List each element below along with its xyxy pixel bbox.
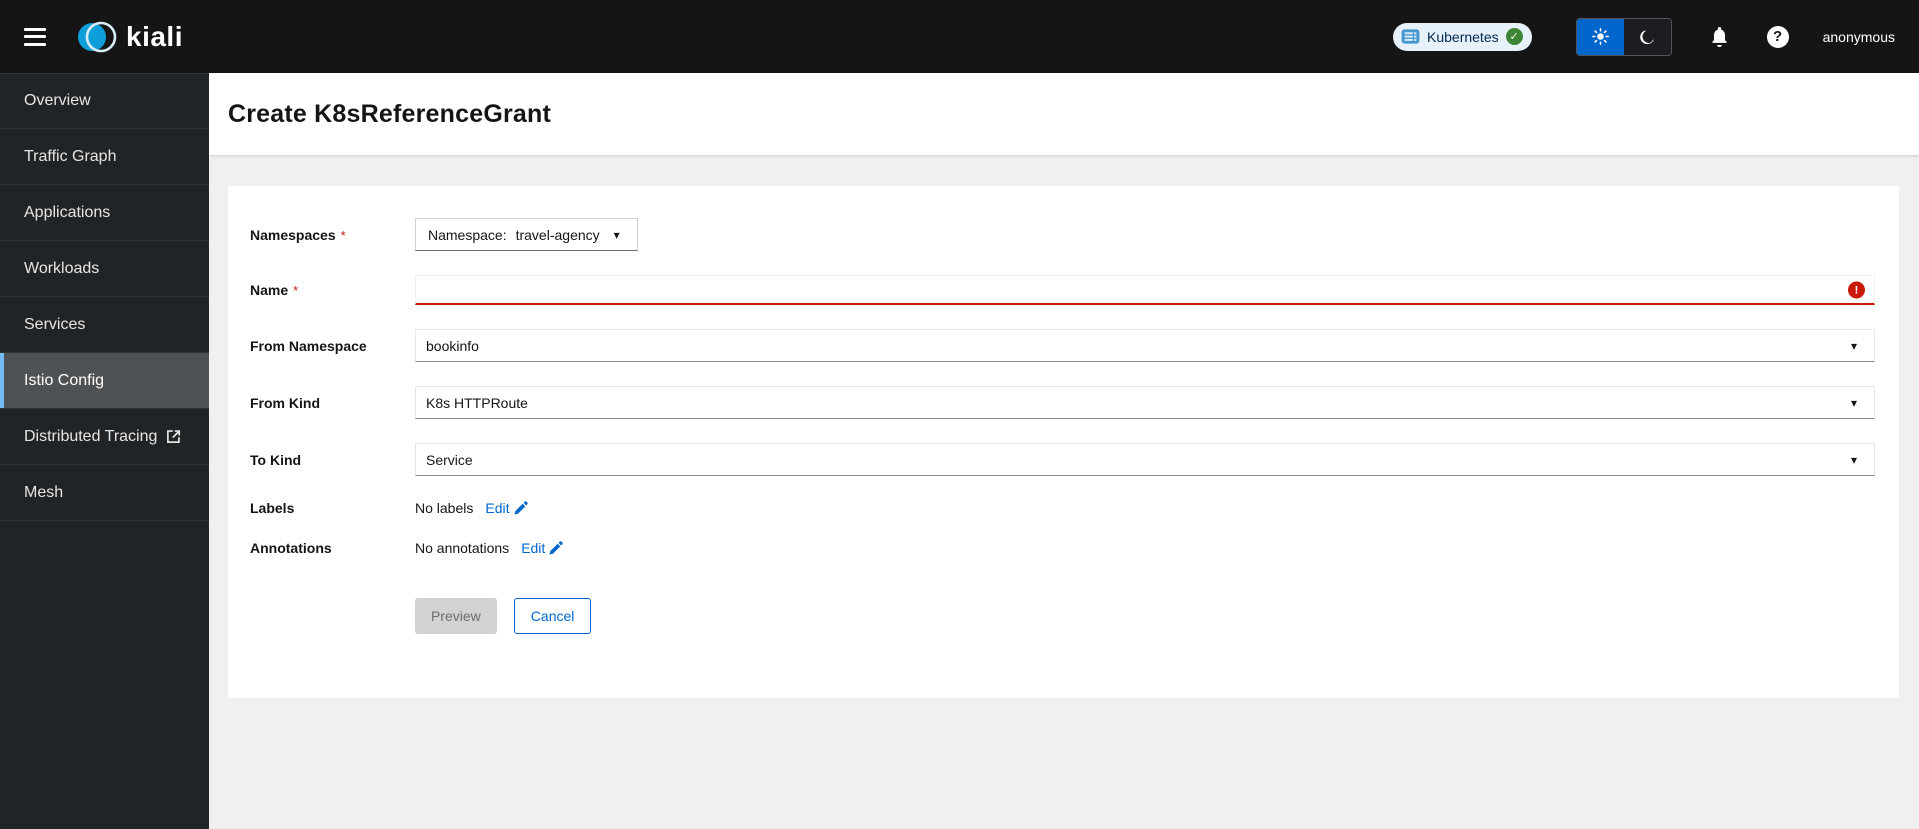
from-kind-label: From Kind	[250, 394, 320, 411]
annotations-value: No annotations	[415, 540, 510, 556]
create-form-card: Namespaces* Namespace: travel-agency Nam…	[228, 186, 1899, 698]
name-input[interactable]	[415, 275, 1875, 305]
to-kind-label: To Kind	[250, 451, 302, 468]
cluster-name: Kubernetes	[1427, 28, 1499, 45]
exclamation-circle-icon: !	[1848, 281, 1865, 299]
caret-down-icon	[1851, 340, 1857, 352]
kubernetes-icon	[1401, 29, 1420, 44]
pencil-icon	[513, 501, 528, 515]
annotations-edit-link[interactable]: Edit	[521, 540, 563, 556]
form-row-from-kind: From Kind K8s HTTPRoute	[250, 386, 1875, 419]
sidebar-item-label: Istio Config	[24, 371, 105, 389]
kubernetes-cluster-badge[interactable]: Kubernetes ✓	[1393, 22, 1532, 51]
masthead: kiali Kubernetes ✓ ? anonymous	[0, 0, 1919, 73]
to-kind-select[interactable]: Service	[415, 443, 1875, 476]
sidebar-item-workloads[interactable]: Workloads	[0, 241, 209, 297]
sidebar-item-label: Traffic Graph	[24, 147, 117, 165]
sidebar-item-label: Mesh	[24, 483, 64, 501]
sidebar-item-label: Distributed Tracing	[24, 427, 158, 445]
form-row-namespaces: Namespaces * Namespace: travel-agency	[250, 218, 1875, 251]
sidebar-item-services[interactable]: Services	[0, 297, 209, 353]
from-kind-value: K8s HTTPRoute	[426, 394, 528, 411]
sidebar-nav: Overview Traffic Graph Applications Work…	[0, 73, 209, 829]
required-marker: *	[293, 283, 299, 298]
kiali-logo-icon	[78, 21, 117, 52]
namespace-dropdown-value: travel-agency	[515, 226, 600, 243]
annotations-label: Annotations	[250, 540, 332, 556]
namespace-dropdown-prefix: Namespace:	[428, 226, 507, 243]
check-circle-icon: ✓	[1505, 28, 1523, 45]
page-header: Create K8sReferenceGrant	[209, 73, 1919, 155]
sidebar-item-istio-config[interactable]: Istio Config	[0, 353, 209, 409]
bell-icon[interactable]	[1710, 26, 1729, 47]
sidebar-item-distributed-tracing[interactable]: Distributed Tracing	[0, 409, 209, 465]
name-label: Name *	[250, 282, 299, 298]
namespace-dropdown[interactable]: Namespace: travel-agency	[415, 218, 638, 251]
form-row-labels: Labels No labels Edit	[250, 500, 1875, 516]
external-link-icon	[166, 429, 181, 444]
moon-icon[interactable]	[1623, 18, 1671, 55]
namespaces-label: Namespaces *	[250, 226, 346, 243]
sidebar-item-label: Services	[24, 315, 86, 333]
preview-button[interactable]: Preview	[415, 598, 497, 634]
sidebar-item-label: Overview	[24, 92, 91, 109]
sidebar-item-label: Workloads	[24, 259, 100, 277]
form-row-to-kind: To Kind Service	[250, 443, 1875, 476]
sidebar-item-applications[interactable]: Applications	[0, 185, 209, 241]
page-title: Create K8sReferenceGrant	[228, 99, 552, 128]
labels-edit-link[interactable]: Edit	[485, 500, 528, 516]
form-actions: Preview Cancel	[250, 598, 1875, 634]
kiali-logo[interactable]: kiali	[76, 17, 183, 57]
form-row-name: Name * !	[250, 275, 1875, 305]
from-namespace-label: From Namespace	[250, 337, 367, 354]
labels-label: Labels	[250, 500, 295, 516]
sidebar-item-label: Applications	[24, 203, 111, 221]
from-kind-select[interactable]: K8s HTTPRoute	[415, 386, 1875, 419]
hamburger-icon[interactable]	[24, 27, 46, 46]
main-content: Create K8sReferenceGrant Namespaces * Nam…	[209, 73, 1919, 829]
brand-name: kiali	[126, 20, 183, 52]
sidebar-item-traffic-graph[interactable]: Traffic Graph	[0, 129, 209, 185]
to-kind-value: Service	[426, 451, 473, 468]
caret-down-icon	[1851, 397, 1857, 409]
from-namespace-value: bookinfo	[426, 337, 479, 354]
question-circle-icon[interactable]: ?	[1766, 25, 1789, 48]
sidebar-item-overview[interactable]: Overview	[0, 73, 209, 129]
sidebar-item-mesh[interactable]: Mesh	[0, 465, 209, 521]
caret-down-icon	[614, 229, 620, 241]
labels-value: No labels	[415, 500, 474, 516]
sun-icon[interactable]	[1576, 18, 1624, 55]
pencil-icon	[549, 541, 563, 555]
username[interactable]: anonymous	[1823, 29, 1895, 45]
caret-down-icon	[1851, 454, 1857, 466]
cancel-button[interactable]: Cancel	[513, 598, 592, 634]
form-row-annotations: Annotations No annotations Edit	[250, 540, 1875, 556]
from-namespace-select[interactable]: bookinfo	[415, 329, 1875, 362]
form-row-from-namespace: From Namespace bookinfo	[250, 329, 1875, 362]
theme-toggle	[1575, 17, 1672, 56]
required-marker: *	[340, 227, 346, 243]
